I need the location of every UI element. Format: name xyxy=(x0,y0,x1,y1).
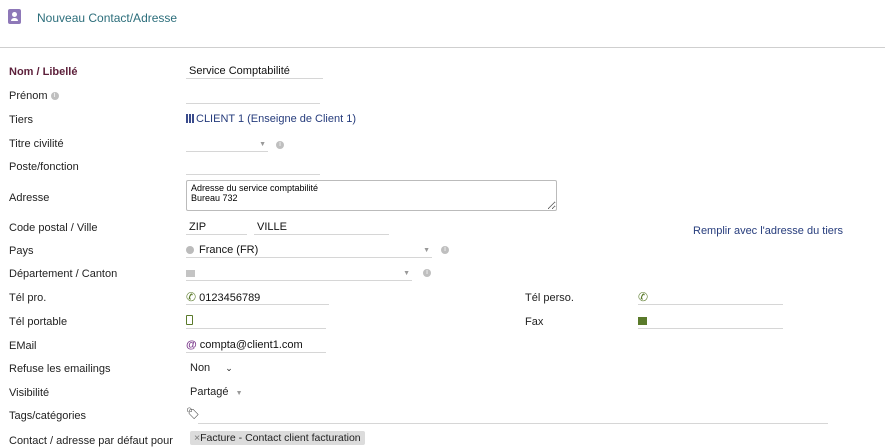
visibilite-label: Visibilité xyxy=(9,387,50,399)
email-input[interactable]: @ compta@client1.com xyxy=(186,338,326,353)
defaut-tag-chip: ×Facture - Contact client facturation xyxy=(190,431,365,445)
departement-select[interactable]: ▼ xyxy=(186,266,412,281)
tiers-label: Tiers xyxy=(9,114,34,126)
phone-icon: ✆ xyxy=(638,290,649,304)
chevron-down-icon: ⌄ xyxy=(225,363,233,373)
fax-icon xyxy=(638,317,647,325)
prenom-input[interactable] xyxy=(186,89,320,104)
chevron-down-icon: ▼ xyxy=(259,141,266,148)
visibilite-select[interactable]: Partagé ▼ xyxy=(190,386,243,398)
ville-input[interactable]: VILLE xyxy=(254,220,389,235)
tiers-link[interactable]: CLIENT 1 (Enseigne de Client 1) xyxy=(186,113,356,125)
defaut-tag-label: Facture - Contact client facturation xyxy=(200,432,361,444)
departement-label: Département / Canton xyxy=(9,268,118,280)
at-icon: @ xyxy=(186,339,197,351)
adresse-label: Adresse xyxy=(9,192,50,204)
zip-input[interactable]: ZIP xyxy=(186,220,247,235)
info-icon: i xyxy=(423,269,431,277)
refuse-value: Non xyxy=(190,362,211,374)
fill-from-tiers-link[interactable]: Remplir avec l'adresse du tiers xyxy=(693,225,843,237)
titre-label: Titre civilité xyxy=(9,138,64,150)
poste-input[interactable] xyxy=(186,160,320,175)
tel-portable-input[interactable] xyxy=(186,314,326,329)
header-divider xyxy=(0,47,885,48)
mobile-icon xyxy=(186,315,193,325)
prenom-label-text: Prénom xyxy=(9,90,48,102)
chevron-down-icon: ▼ xyxy=(423,247,430,254)
info-icon: i xyxy=(50,92,59,101)
tags-input[interactable] xyxy=(198,409,828,424)
email-label: EMail xyxy=(9,340,37,352)
refuse-select[interactable]: Non ⌄ xyxy=(190,362,233,374)
adresse-textarea[interactable] xyxy=(186,180,557,211)
cp-label: Code postal / Ville xyxy=(9,222,98,234)
nom-input[interactable]: Service Comptabilité xyxy=(186,64,323,79)
pays-select[interactable]: France (FR) ▼ xyxy=(186,243,432,258)
tel-portable-label: Tél portable xyxy=(9,316,68,328)
tel-pro-value: 0123456789 xyxy=(199,292,261,304)
visibilite-value: Partagé xyxy=(190,386,229,398)
tel-pro-input[interactable]: ✆ 0123456789 xyxy=(186,290,329,305)
fax-label: Fax xyxy=(525,316,544,328)
phone-icon: ✆ xyxy=(186,290,197,304)
titre-select[interactable]: ▼ xyxy=(186,137,268,152)
pays-value: France (FR) xyxy=(199,244,259,256)
contact-card-icon xyxy=(8,9,21,24)
map-icon xyxy=(186,270,195,277)
refuse-label: Refuse les emailings xyxy=(9,363,111,375)
info-icon: i xyxy=(441,246,449,254)
chevron-down-icon: ▼ xyxy=(403,270,410,277)
tel-perso-label: Tél perso. xyxy=(525,292,574,304)
nom-label: Nom / Libellé xyxy=(9,66,78,78)
tel-perso-input[interactable]: ✆ xyxy=(638,290,783,305)
tel-pro-label: Tél pro. xyxy=(9,292,47,304)
prenom-label: Prénom i xyxy=(9,90,59,102)
defaut-tag: ×Facture - Contact client facturation xyxy=(190,431,365,445)
tiers-name[interactable]: CLIENT 1 (Enseigne de Client 1) xyxy=(196,113,356,125)
poste-label: Poste/fonction xyxy=(9,161,79,173)
defaut-label: Contact / adresse par défaut pour xyxy=(9,435,173,447)
chevron-down-icon: ▼ xyxy=(235,390,243,397)
page-title: Nouveau Contact/Adresse xyxy=(37,11,178,25)
pays-label: Pays xyxy=(9,245,34,257)
info-icon: i xyxy=(276,141,284,149)
globe-icon xyxy=(186,246,194,254)
building-icon xyxy=(186,114,194,123)
email-value: compta@client1.com xyxy=(199,339,303,351)
fax-input[interactable] xyxy=(638,314,783,329)
tags-label: Tags/catégories xyxy=(9,410,87,422)
